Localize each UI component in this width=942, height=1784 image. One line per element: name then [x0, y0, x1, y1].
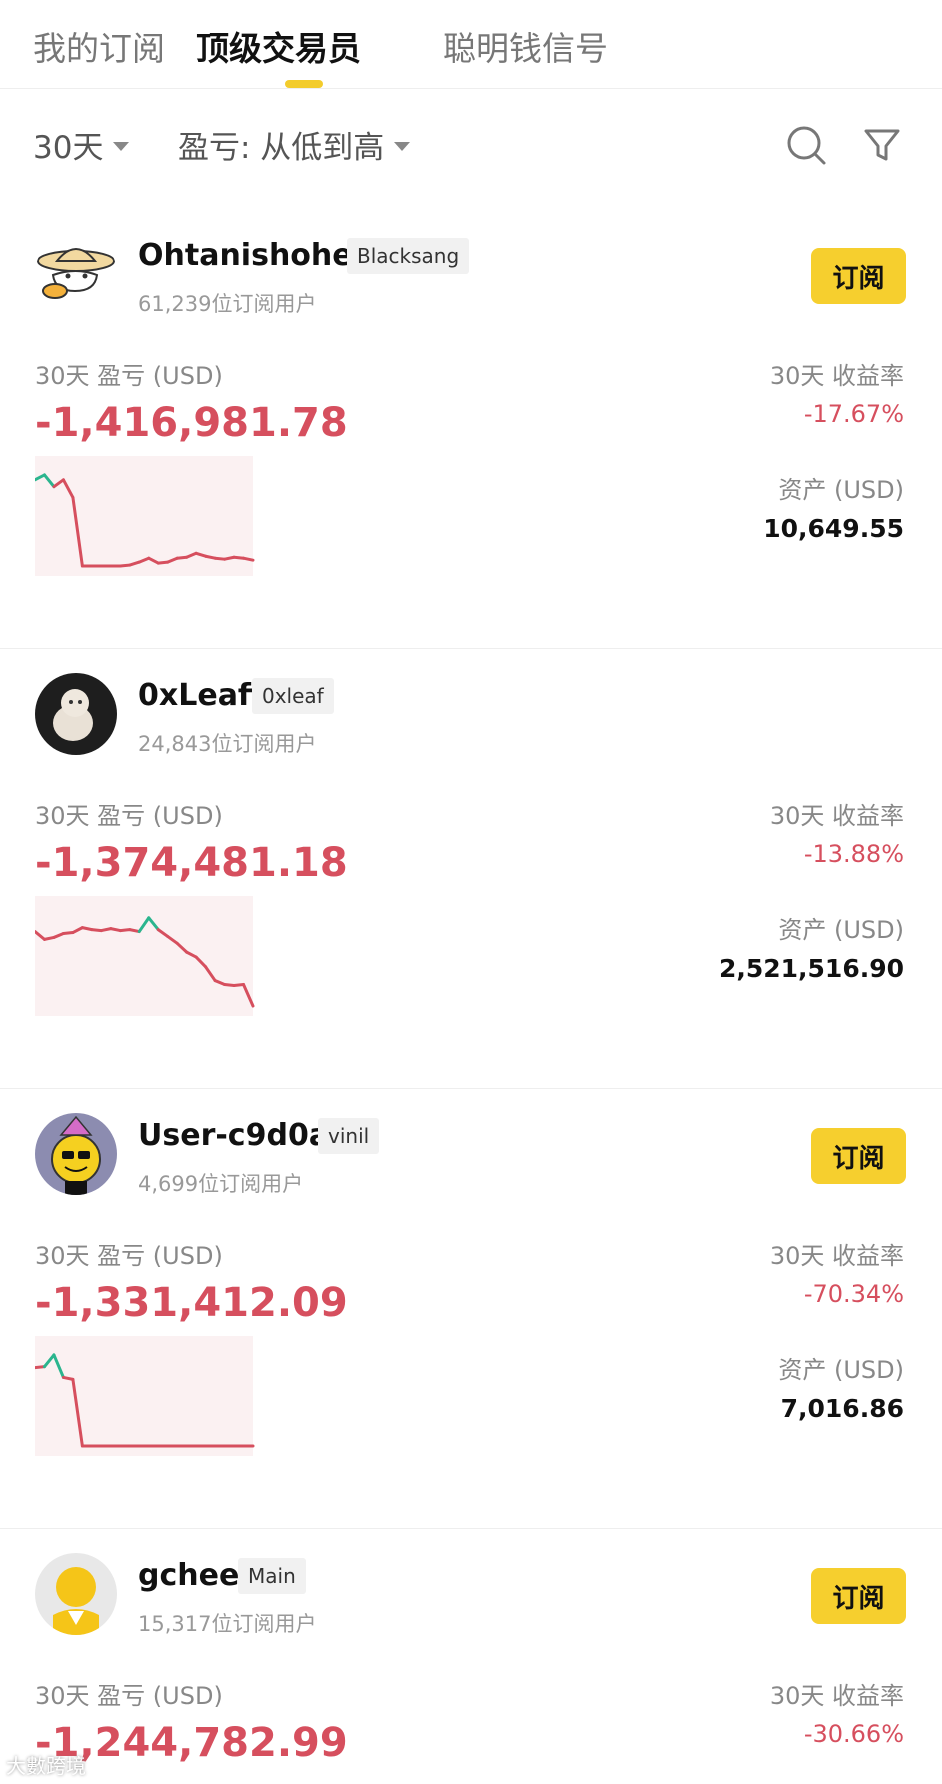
pnl-label: 30天 盈亏 (USD) [35, 802, 223, 830]
pnl-sparkline [35, 456, 255, 576]
assets-value: 2,521,516.90 [718, 954, 904, 983]
trader-tag: vinil [318, 1118, 380, 1154]
sort-filter-label: 盈亏: 从低到高 [178, 130, 385, 166]
sparkline-background [35, 896, 253, 1016]
caret-down-icon [394, 142, 411, 151]
sparkline-segment [242, 556, 255, 562]
trader-card[interactable]: Ohtanishohei Blacksang 61,239位订阅用户 订阅 30… [0, 208, 942, 649]
trader-tag: Main [238, 1558, 306, 1594]
roi-value: -17.67% [803, 400, 904, 428]
dog-avatar [35, 673, 117, 755]
roi-value: -13.88% [803, 840, 904, 868]
subscriber-count: 24,843位订阅用户 [138, 732, 317, 756]
pnl-value: -1,374,481.18 [35, 840, 348, 886]
caret-down-icon [113, 142, 130, 151]
top-tabs: 我的订阅 顶级交易员 聪明钱信号 [0, 0, 942, 89]
pnl-value: -1,331,412.09 [35, 1280, 348, 1326]
pnl-sparkline [35, 1336, 255, 1456]
trader-name[interactable]: gchee [138, 1558, 239, 1593]
active-tab-indicator [285, 80, 323, 88]
roi-label: 30天 收益率 [769, 1682, 904, 1710]
period-filter-label: 30天 [33, 130, 104, 166]
pnl-label: 30天 盈亏 (USD) [35, 1242, 223, 1270]
subscriber-count: 15,317位订阅用户 [138, 1612, 317, 1636]
subscriber-count: 61,239位订阅用户 [138, 292, 317, 316]
roi-value: -70.34% [803, 1280, 904, 1308]
trader-card[interactable]: User-c9d0a vinil 4,699位订阅用户 订阅 30天 盈亏 (U… [0, 1088, 942, 1529]
assets-value: 7,016.86 [780, 1394, 904, 1423]
tab-smart-money[interactable]: 聪明钱信号 [443, 22, 608, 70]
pnl-label: 30天 盈亏 (USD) [35, 362, 223, 390]
assets-value: 10,649.55 [763, 514, 904, 543]
assets-label: 资产 (USD) [778, 1356, 904, 1384]
trader-card[interactable]: 0xLeaff 0xleaf 24,843位订阅用户 30天 盈亏 (USD) … [0, 648, 942, 1089]
sparkline-background [35, 1336, 253, 1456]
roi-value: -30.66% [803, 1720, 904, 1748]
period-filter[interactable]: 30天 [33, 122, 130, 167]
tab-my-subscriptions[interactable]: 我的订阅 [33, 22, 165, 70]
roi-label: 30天 收益率 [769, 1242, 904, 1270]
sort-filter[interactable]: 盈亏: 从低到高 [178, 122, 411, 167]
subscriber-count: 4,699位订阅用户 [138, 1172, 304, 1196]
watermark: 大數跨境 [6, 1754, 86, 1778]
assets-label: 资产 (USD) [778, 916, 904, 944]
pnl-label: 30天 盈亏 (USD) [35, 1682, 223, 1710]
search-icon[interactable] [785, 124, 827, 166]
subscribe-button[interactable]: 订阅 [811, 1128, 906, 1184]
trader-card[interactable]: gchee Main 15,317位订阅用户 订阅 30天 盈亏 (USD) -… [0, 1528, 942, 1784]
funnel-icon[interactable] [861, 124, 903, 166]
trader-name[interactable]: Ohtanishohei [138, 238, 363, 273]
subscribe-button[interactable]: 订阅 [811, 248, 906, 304]
roi-label: 30天 收益率 [769, 802, 904, 830]
assets-label: 资产 (USD) [778, 476, 904, 504]
subscribe-button[interactable]: 订阅 [811, 1568, 906, 1624]
duck-avatar [35, 233, 117, 315]
roi-label: 30天 收益率 [769, 362, 904, 390]
trader-name[interactable]: 0xLeaff [138, 678, 262, 713]
pnl-value: -1,416,981.78 [35, 400, 348, 446]
trader-tag: Blacksang [347, 238, 470, 274]
smiley-avatar [35, 1113, 117, 1195]
default-avatar [35, 1553, 117, 1635]
trader-name[interactable]: User-c9d0a [138, 1118, 329, 1153]
trader-tag: 0xleaf [252, 678, 334, 714]
pnl-sparkline [35, 896, 255, 1016]
tab-top-traders[interactable]: 顶级交易员 [196, 22, 361, 70]
